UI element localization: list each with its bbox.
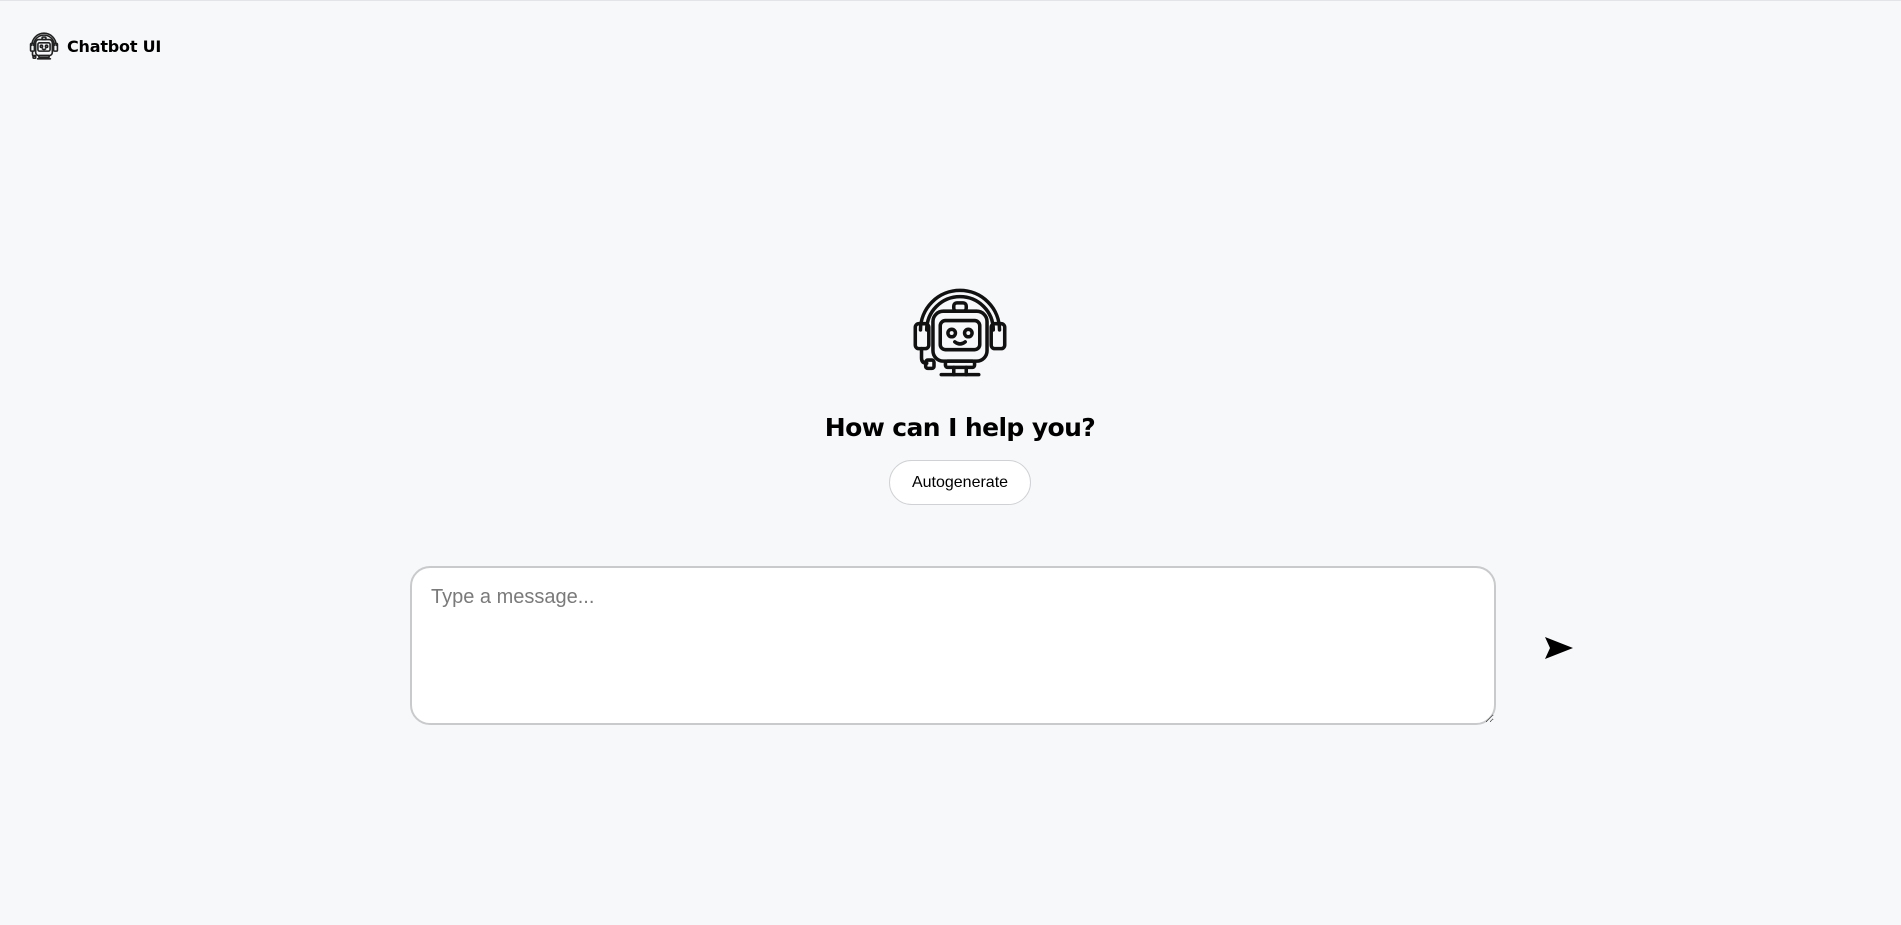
app-name: Chatbot UI	[67, 36, 162, 56]
autogenerate-button[interactable]: Autogenerate	[889, 460, 1031, 505]
brand: Chatbot UI	[28, 30, 161, 62]
message-input[interactable]	[410, 566, 1496, 725]
send-arrow-icon	[1540, 636, 1578, 660]
robot-headset-icon	[28, 30, 60, 62]
send-button[interactable]	[1540, 630, 1578, 666]
greeting-heading: How can I help you?	[824, 413, 1096, 442]
top-border	[0, 0, 1901, 1]
robot-headset-icon	[908, 280, 1012, 384]
